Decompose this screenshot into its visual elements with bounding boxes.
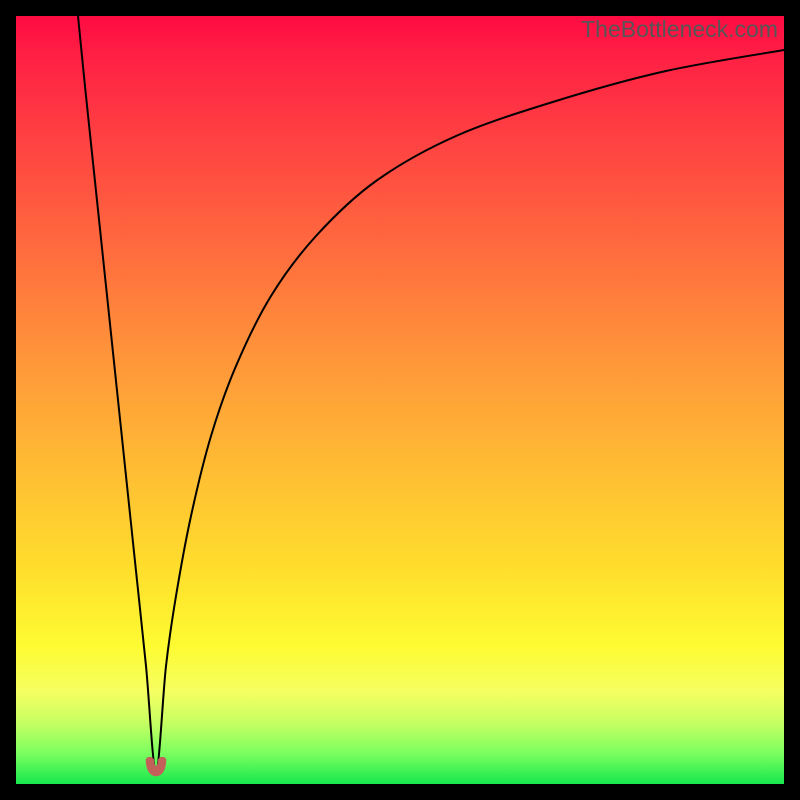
chart-frame: TheBottleneck.com [0,0,800,800]
watermark-text: TheBottleneck.com [581,16,778,43]
curve-path [78,16,784,771]
dip-marker [142,756,170,778]
plot-area: TheBottleneck.com [16,16,784,784]
bottleneck-curve [16,16,784,784]
dip-marker-shape [146,757,166,776]
